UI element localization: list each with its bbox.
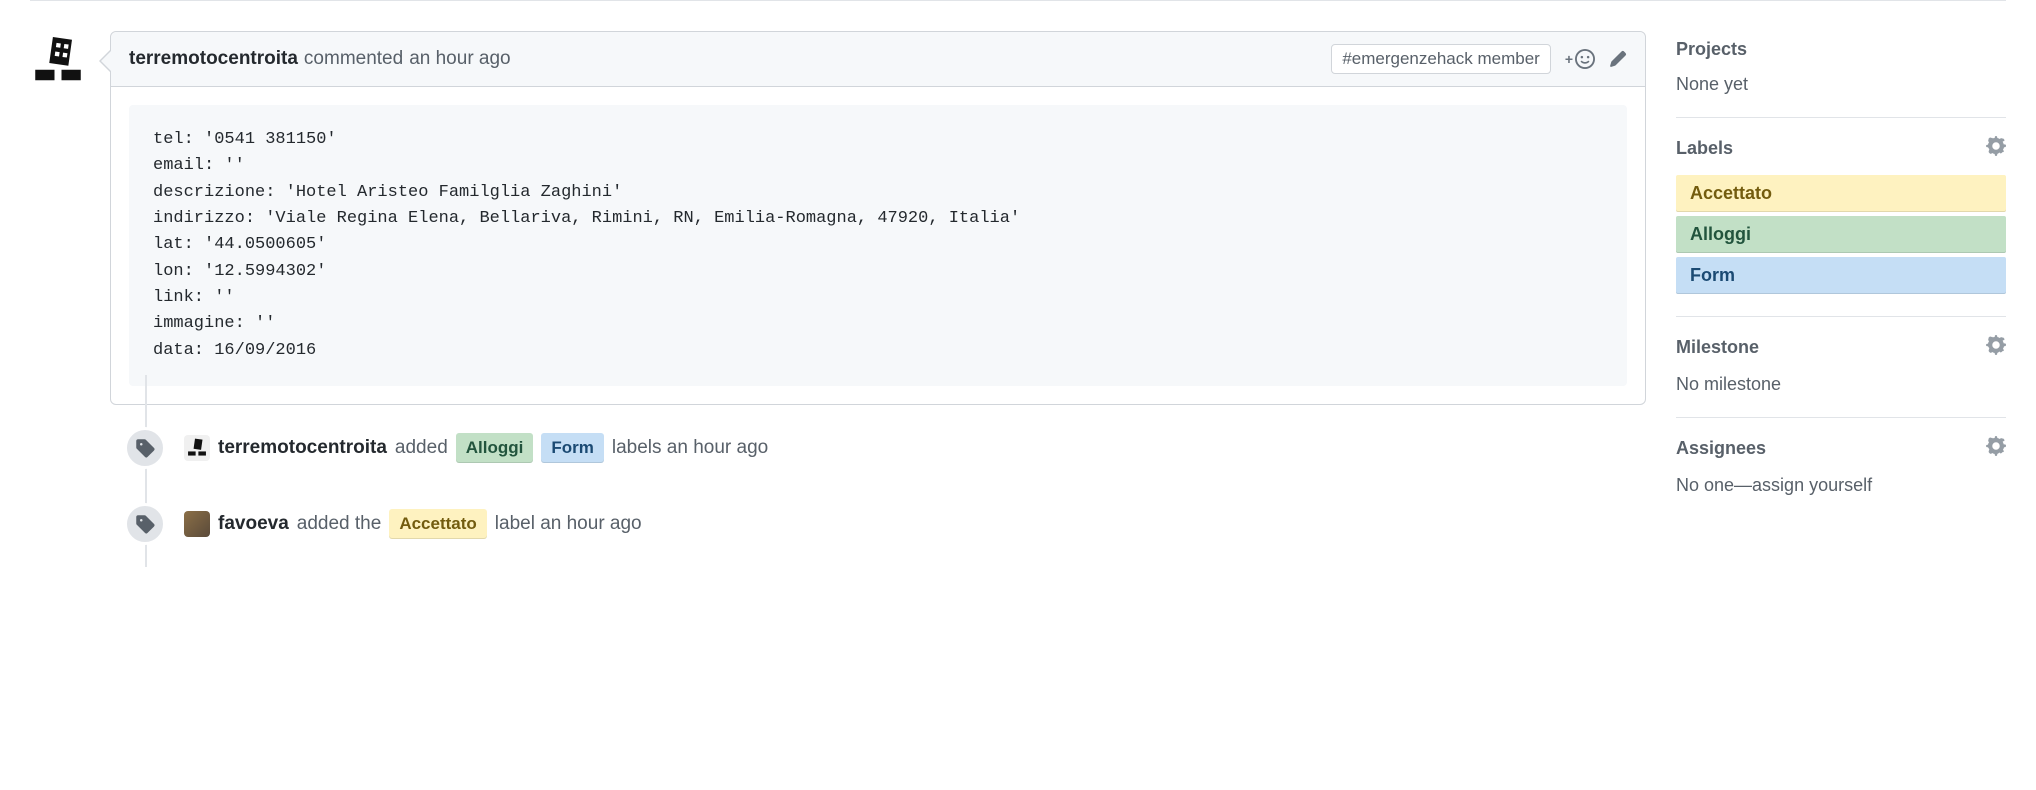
event-author-link[interactable]: favoeva — [218, 513, 289, 535]
sidebar-projects-value: None yet — [1676, 74, 2006, 95]
sidebar-label-accettato[interactable]: Accettato — [1676, 175, 2006, 212]
event-author-avatar[interactable] — [184, 511, 210, 537]
sidebar-projects: Projects None yet — [1676, 31, 2006, 118]
building-collapse-icon — [186, 437, 208, 459]
sidebar-milestone: Milestone No milestone — [1676, 317, 2006, 418]
assignees-settings-button[interactable] — [1986, 436, 2006, 461]
event-suffix: labels an hour ago — [612, 437, 768, 459]
timeline-wrap: terremotocentroita commented an hour ago… — [110, 31, 1646, 557]
building-collapse-icon — [30, 33, 86, 89]
sidebar-labels: Labels Accettato Alloggi Form — [1676, 118, 2006, 317]
sidebar-milestone-value: No milestone — [1676, 374, 2006, 395]
smiley-icon — [1575, 49, 1595, 69]
main-timeline: terremotocentroita commented an hour ago… — [30, 31, 1646, 557]
event-suffix: label an hour ago — [495, 513, 642, 535]
tag-icon — [135, 438, 155, 458]
label-accettato[interactable]: Accettato — [389, 509, 486, 539]
code-block: tel: '0541 381150' email: '' descrizione… — [129, 105, 1627, 386]
timeline-badge — [124, 427, 166, 469]
comment-box: terremotocentroita commented an hour ago… — [110, 31, 1646, 405]
sidebar-label-alloggi[interactable]: Alloggi — [1676, 216, 2006, 253]
edit-comment-button[interactable] — [1609, 50, 1627, 68]
comment-header-right: #emergenzehack member + — [1331, 44, 1627, 74]
timeline-content: favoeva added the Accettato label an hou… — [184, 509, 642, 539]
plus-icon: + — [1565, 51, 1573, 67]
label-alloggi[interactable]: Alloggi — [456, 433, 534, 463]
gear-icon — [1986, 136, 2006, 156]
issue-container: terremotocentroita commented an hour ago… — [30, 0, 2006, 557]
label-form[interactable]: Form — [541, 433, 604, 463]
comment-body: tel: '0541 381150' email: '' descrizione… — [111, 87, 1645, 404]
sidebar-section-title: Assignees — [1676, 438, 1766, 459]
sidebar-section-title: Projects — [1676, 39, 1747, 60]
sidebar-section-title: Milestone — [1676, 337, 1759, 358]
sidebar-labels-list: Accettato Alloggi Form — [1676, 175, 2006, 294]
event-verb: added — [395, 437, 448, 459]
member-badge: #emergenzehack member — [1331, 44, 1550, 74]
sidebar-label-form[interactable]: Form — [1676, 257, 2006, 294]
sidebar-section-header[interactable]: Assignees — [1676, 436, 2006, 461]
comment-action-text: commented — [304, 48, 403, 70]
timeline-event-labels-added: terremotocentroita added Alloggi Form la… — [124, 405, 1646, 481]
event-author-link[interactable]: terremotocentroita — [218, 437, 387, 459]
milestone-settings-button[interactable] — [1986, 335, 2006, 360]
assign-yourself-link[interactable]: No one—assign yourself — [1676, 475, 2006, 496]
tag-icon — [135, 514, 155, 534]
timeline-event-label-added: favoeva added the Accettato label an hou… — [124, 481, 1646, 557]
sidebar-section-header[interactable]: Milestone — [1676, 335, 2006, 360]
gear-icon — [1986, 436, 2006, 456]
timeline-content: terremotocentroita added Alloggi Form la… — [184, 433, 768, 463]
sidebar-section-title: Labels — [1676, 138, 1733, 159]
sidebar: Projects None yet Labels Accettato Allog… — [1676, 31, 2006, 557]
event-author-avatar[interactable] — [184, 435, 210, 461]
sidebar-section-header[interactable]: Projects — [1676, 39, 2006, 60]
gear-icon — [1986, 335, 2006, 355]
comment-header-left: terremotocentroita commented an hour ago — [129, 48, 511, 70]
comment-author-avatar[interactable] — [30, 33, 86, 89]
comment-header: terremotocentroita commented an hour ago… — [111, 32, 1645, 87]
labels-settings-button[interactable] — [1986, 136, 2006, 161]
timeline-badge — [124, 503, 166, 545]
sidebar-assignees: Assignees No one—assign yourself — [1676, 418, 2006, 518]
event-verb: added the — [297, 513, 382, 535]
comment-timestamp[interactable]: an hour ago — [409, 48, 510, 70]
comment-author-link[interactable]: terremotocentroita — [129, 48, 298, 70]
avatar-column — [30, 31, 90, 89]
pencil-icon — [1609, 50, 1627, 68]
sidebar-section-header[interactable]: Labels — [1676, 136, 2006, 161]
add-reaction-button[interactable]: + — [1565, 49, 1595, 69]
